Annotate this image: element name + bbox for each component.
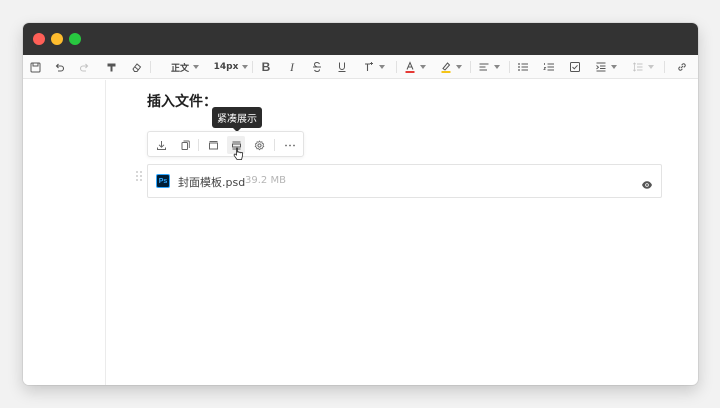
undo-icon[interactable] [51, 58, 67, 76]
indent-dropdown[interactable] [593, 58, 619, 76]
strikethrough-icon[interactable] [309, 58, 325, 76]
file-card-toolbar [147, 131, 304, 157]
format-painter-icon[interactable] [103, 58, 119, 76]
chevron-down-icon [420, 65, 426, 69]
file-name: 封面模板.psd [178, 176, 246, 189]
close-window-button[interactable] [33, 33, 45, 45]
minimize-window-button[interactable] [51, 33, 63, 45]
toolbar-divider [509, 61, 510, 73]
toolbar-divider [198, 139, 199, 151]
font-size-dropdown[interactable]: 14px [213, 58, 249, 76]
save-icon[interactable] [27, 58, 43, 76]
numbered-list-icon[interactable] [541, 58, 557, 76]
copy-button[interactable] [175, 136, 193, 154]
mouse-pointer-icon [233, 146, 244, 160]
link-icon[interactable] [674, 58, 690, 76]
maximize-window-button[interactable] [69, 33, 81, 45]
download-button[interactable] [152, 136, 170, 154]
card-view-icon [208, 140, 218, 149]
highlight-color-dropdown[interactable] [438, 58, 464, 76]
redo-icon[interactable] [76, 58, 92, 76]
bold-icon[interactable]: B [258, 58, 274, 76]
toolbar-divider [664, 61, 665, 73]
indent-icon [596, 62, 606, 72]
italic-icon[interactable]: I [284, 58, 300, 76]
bulleted-list-icon[interactable] [515, 58, 531, 76]
font-size-label: 14px [213, 62, 239, 72]
chevron-down-icon [193, 65, 199, 69]
editor-toolbar: 正文 14px B I [23, 55, 698, 79]
preview-eye-icon[interactable] [641, 176, 653, 189]
download-icon [156, 140, 166, 150]
chevron-down-icon [611, 65, 617, 69]
align-left-icon [479, 63, 489, 71]
toolbar-divider [274, 139, 275, 151]
paragraph-style-label: 正文 [170, 63, 189, 74]
toolbar-divider [252, 61, 253, 73]
paragraph-style-dropdown[interactable]: 正文 [165, 58, 205, 76]
title-bar [23, 23, 698, 55]
eraser-icon[interactable] [128, 58, 144, 76]
font-color-icon [405, 61, 415, 73]
card-view-button[interactable] [204, 136, 222, 154]
text-effect-dropdown[interactable] [361, 58, 387, 76]
settings-button[interactable] [250, 136, 268, 154]
align-dropdown[interactable] [476, 58, 502, 76]
tooltip: 紧凑展示 [212, 107, 262, 132]
document-heading[interactable]: 插入文件： [147, 91, 217, 111]
chevron-down-icon [242, 65, 249, 69]
underline-icon[interactable] [334, 58, 350, 76]
copy-icon [181, 140, 190, 150]
photoshop-file-icon: Ps [156, 174, 170, 188]
toolbar-divider [396, 61, 397, 73]
more-icon [285, 144, 295, 146]
font-color-dropdown[interactable] [402, 58, 428, 76]
document-outline-sidebar [23, 80, 106, 385]
file-size: 39.2 MB [245, 175, 286, 186]
file-attachment-card[interactable]: Ps 封面模板.psd 39.2 MB [147, 164, 662, 198]
highlighter-icon [441, 62, 451, 73]
chevron-down-icon [379, 65, 385, 69]
tooltip-text: 紧凑展示 [217, 114, 257, 125]
checklist-icon[interactable] [567, 58, 583, 76]
file-type-badge: Ps [158, 177, 168, 185]
app-window: 正文 14px B I 插入文件： 紧凑展示 Ps 封面模板.psd 39.2 … [23, 23, 698, 385]
toolbar-divider [150, 61, 151, 73]
drag-handle-icon[interactable] [135, 167, 143, 181]
more-options-button[interactable] [281, 136, 299, 154]
toolbar-divider [470, 61, 471, 73]
superscript-icon [365, 62, 373, 71]
line-height-dropdown[interactable] [630, 58, 656, 76]
chevron-down-icon [648, 65, 654, 69]
line-height-icon [633, 62, 643, 72]
chevron-down-icon [494, 65, 500, 69]
gear-icon [254, 139, 264, 150]
chevron-down-icon [456, 65, 462, 69]
